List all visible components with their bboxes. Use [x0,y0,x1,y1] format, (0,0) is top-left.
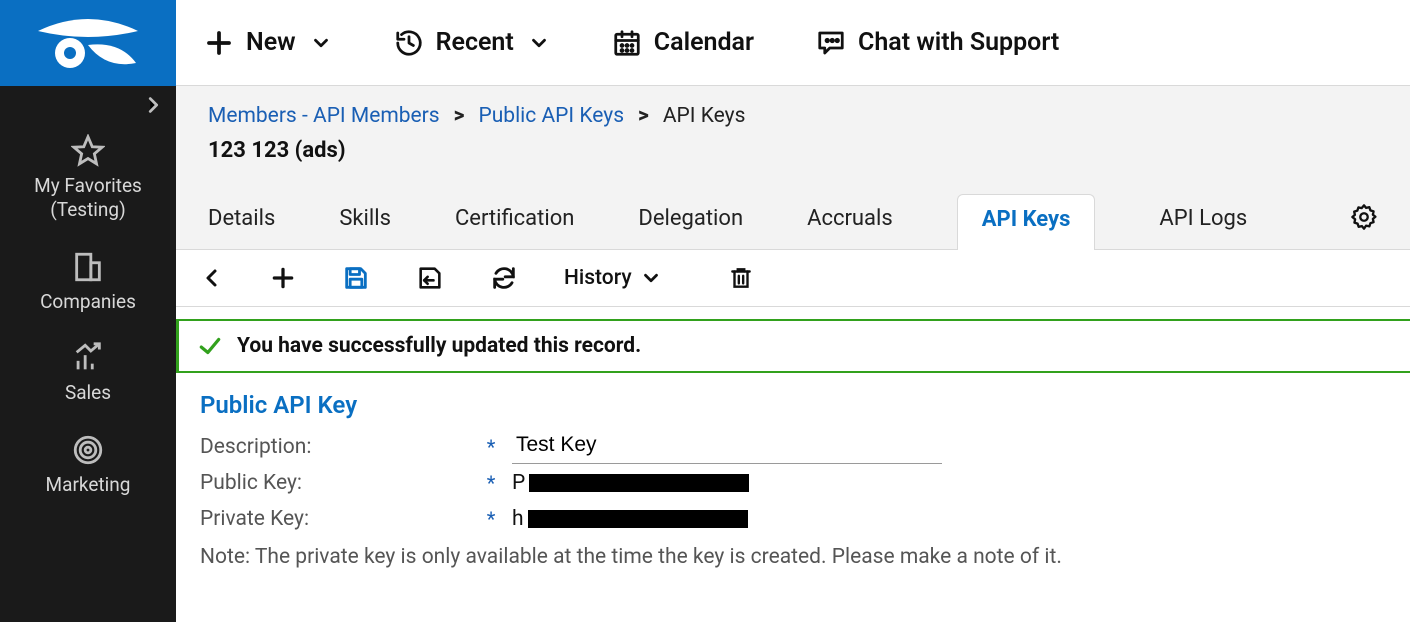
chat-label: Chat with Support [858,28,1059,57]
row-description: Description: * [200,429,1386,465]
tab-skills[interactable]: Skills [339,194,391,249]
chevron-down-icon [528,32,550,54]
record-toolbar: History [176,250,1410,307]
redacted-bar [528,510,748,528]
save-button[interactable] [342,264,370,292]
chevron-left-icon [200,266,224,290]
breadcrumb-current: API Keys [663,104,746,128]
save-icon [342,264,370,292]
new-button[interactable]: New [204,28,332,58]
success-message: You have successfully updated this recor… [237,334,641,358]
breadcrumb: Members - API Members > Public API Keys … [208,104,1378,128]
tab-api-logs[interactable]: API Logs [1159,194,1247,249]
tab-settings-button[interactable] [1350,203,1378,249]
recent-label: Recent [436,28,514,57]
tab-delegation[interactable]: Delegation [638,194,743,249]
public-key-label: Public Key: [200,471,470,495]
plus-icon [204,28,234,58]
tabs: Details Skills Certification Delegation … [208,193,1378,249]
public-key-value: P [512,471,1386,495]
chat-support-button[interactable]: Chat with Support [816,28,1059,58]
sidebar-expand-button[interactable] [0,86,176,120]
delete-button[interactable] [728,265,754,291]
sidebar-item-label: Companies [40,290,136,314]
breadcrumb-separator: > [638,104,649,128]
tab-accruals[interactable]: Accruals [807,194,893,249]
app-root: My Favorites (Testing) Companies [0,0,1410,622]
chat-icon [816,28,846,58]
description-label: Description: [200,435,470,459]
sidebar-item-favorites[interactable]: My Favorites (Testing) [0,120,176,236]
chart-icon [71,341,105,375]
tab-certification[interactable]: Certification [455,194,574,249]
refresh-button[interactable] [490,264,518,292]
success-banner: You have successfully updated this recor… [176,319,1410,373]
add-button[interactable] [270,265,296,291]
sidebar: My Favorites (Testing) Companies [0,0,176,622]
required-marker: * [476,435,506,459]
history-icon [394,28,424,58]
chevron-right-icon [142,94,164,116]
section-title: Public API Key [200,391,1386,419]
row-private-key: Private Key: * h [200,501,1386,537]
sidebar-item-sales[interactable]: Sales [0,327,176,419]
required-marker: * [476,507,506,531]
refresh-icon [490,264,518,292]
breadcrumb-separator: > [454,104,465,128]
owl-logo-icon [28,13,148,73]
check-icon [197,333,223,359]
topbar: New Recent Calendar [176,0,1410,86]
breadcrumb-link-public-api-keys[interactable]: Public API Keys [478,104,624,128]
trash-icon [728,265,754,291]
tab-api-keys[interactable]: API Keys [957,194,1096,250]
save-close-icon [416,264,444,292]
breadcrumb-link-members[interactable]: Members - API Members [208,104,440,128]
main-column: New Recent Calendar [176,0,1410,622]
gear-icon [1350,203,1378,231]
description-input[interactable] [512,431,942,464]
calendar-label: Calendar [654,28,754,57]
header-area: Members - API Members > Public API Keys … [176,86,1410,250]
chevron-down-icon [640,267,662,289]
record-title: 123 123 (ads) [208,138,1378,163]
chevron-down-icon [310,32,332,54]
logo[interactable] [0,0,176,86]
private-key-prefix: h [512,507,524,531]
back-button[interactable] [200,266,224,290]
private-key-note: Note: The private key is only available … [200,545,1386,569]
public-key-prefix: P [512,471,525,495]
calendar-button[interactable]: Calendar [612,28,754,58]
building-icon [71,250,105,284]
plus-icon [270,265,296,291]
save-and-close-button[interactable] [416,264,444,292]
row-public-key: Public Key: * P [200,465,1386,501]
required-marker: * [476,471,506,495]
history-button[interactable]: History [564,266,662,290]
sidebar-item-label: Sales [65,381,111,405]
new-label: New [246,28,296,57]
recent-button[interactable]: Recent [394,28,550,58]
target-icon [71,433,105,467]
redacted-bar [529,474,749,492]
form-section: Public API Key Description: * Public Key… [176,373,1410,569]
sidebar-item-marketing[interactable]: Marketing [0,419,176,511]
private-key-value: h [512,507,1386,531]
star-icon [71,134,105,168]
sidebar-item-label: My Favorites (Testing) [34,174,142,222]
history-label: History [564,266,632,290]
private-key-label: Private Key: [200,507,470,531]
sidebar-item-label: Marketing [46,473,131,497]
calendar-icon [612,28,642,58]
tab-details[interactable]: Details [208,194,275,249]
sidebar-item-companies[interactable]: Companies [0,236,176,328]
